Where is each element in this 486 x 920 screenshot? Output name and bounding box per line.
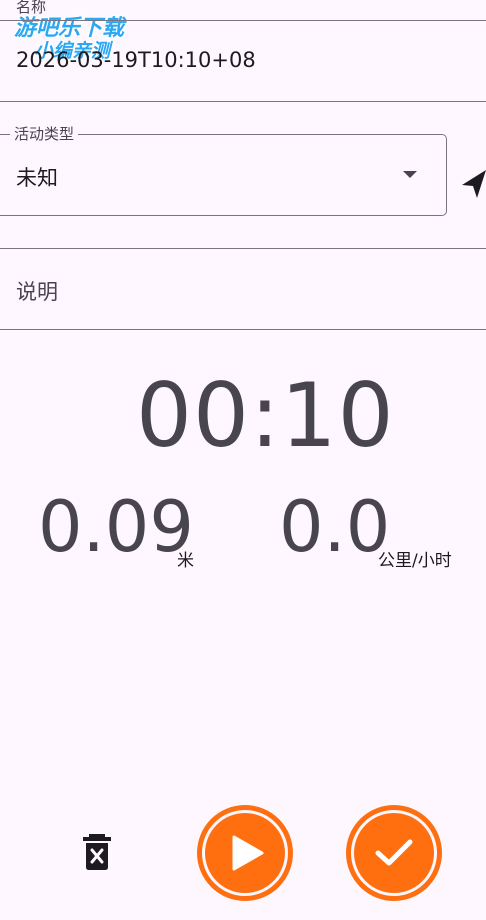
elapsed-time: 00:10: [136, 364, 395, 467]
activity-type-value: 未知: [16, 166, 58, 190]
name-field-label: 名称: [12, 0, 51, 16]
check-icon: [375, 839, 413, 866]
description-placeholder: 说明: [16, 280, 58, 304]
distance-value: 0.09: [38, 486, 194, 568]
name-field-value[interactable]: 2026-03-19T10:10+08: [16, 48, 256, 72]
finish-button[interactable]: [346, 805, 442, 901]
play-button[interactable]: [197, 805, 293, 901]
finish-button-inner: [354, 813, 434, 893]
play-button-inner: [205, 813, 285, 893]
play-icon: [232, 835, 264, 871]
activity-type-select[interactable]: [0, 134, 447, 216]
distance-unit: 米: [177, 551, 194, 571]
caret-down-icon[interactable]: [403, 171, 417, 178]
speed-unit: 公里/小时: [378, 551, 452, 571]
trash-x-icon[interactable]: [82, 832, 112, 872]
navigation-arrow-icon[interactable]: [460, 168, 486, 198]
description-field[interactable]: [0, 248, 486, 330]
speed-value: 0.0: [279, 486, 391, 568]
activity-type-label: 活动类型: [10, 125, 79, 143]
